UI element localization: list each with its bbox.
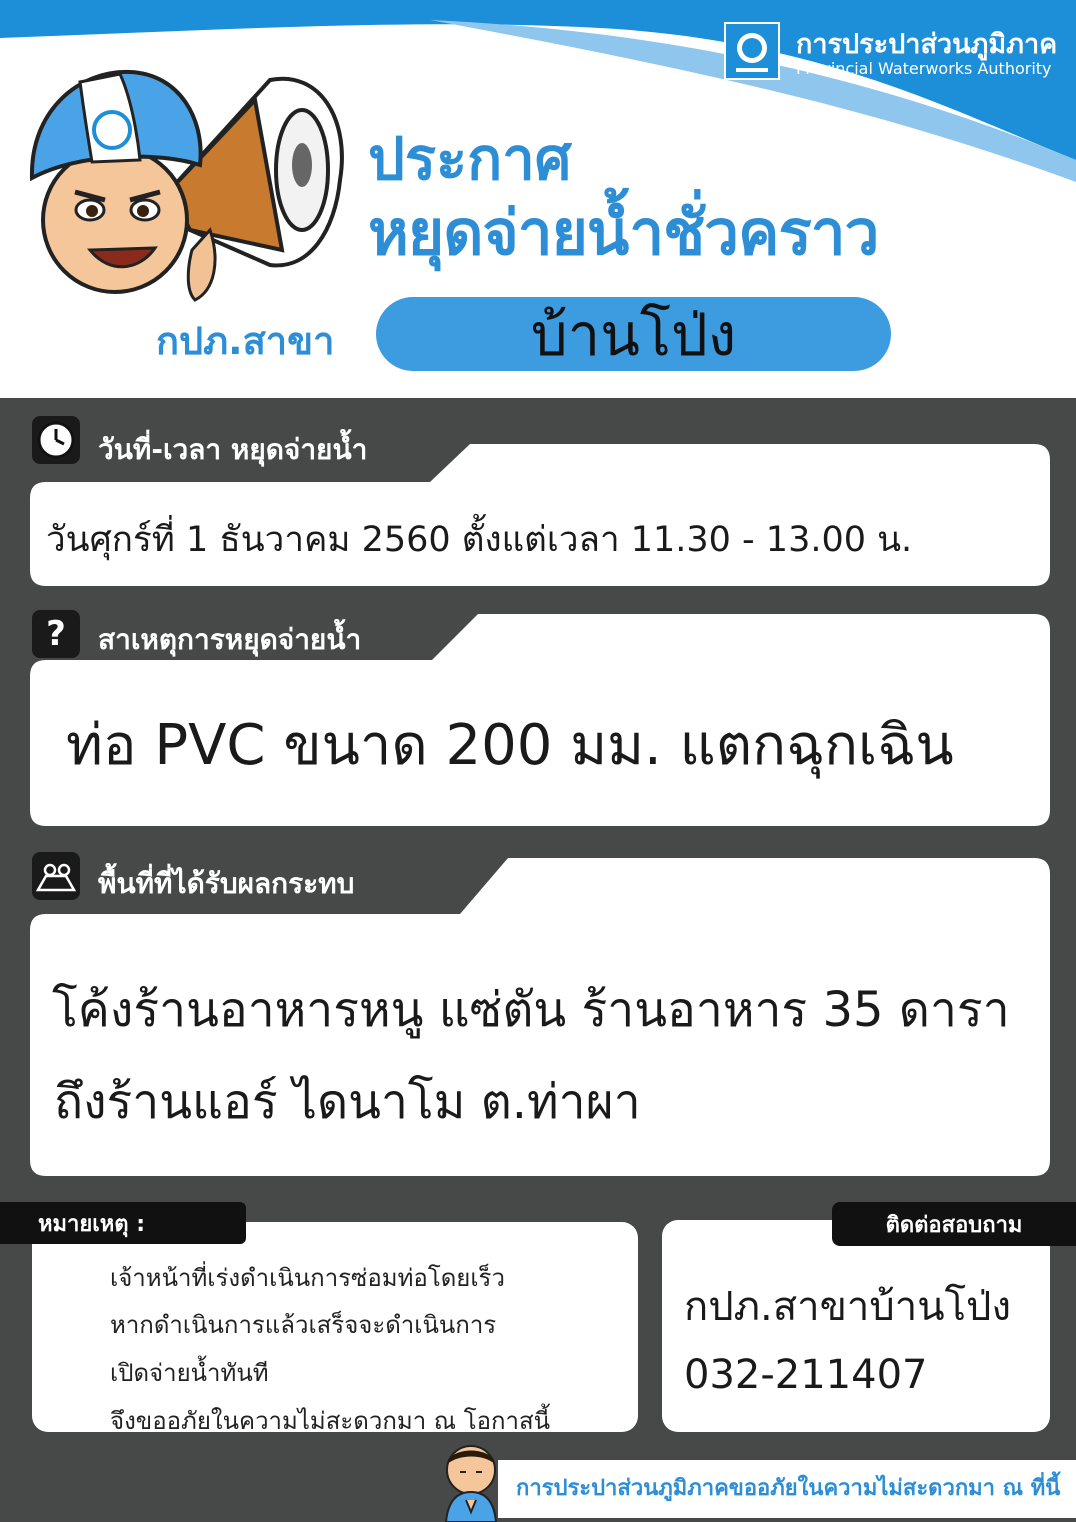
org-name-en: Provincial Waterworks Authority [796, 59, 1052, 78]
clock-icon [32, 416, 80, 464]
map-pin-icon [32, 852, 80, 900]
megaphone-icon [167, 76, 344, 302]
contact-name: กปภ.สาขาบ้านโป่ง [684, 1284, 1011, 1330]
area-line-2: ถึงร้านแอร์ ไดนาโม ต.ท่าผา [54, 1074, 641, 1130]
area-line-1: โค้งร้านอาหารหนู แซ่ตัน ร้านอาหาร 35 ดาร… [52, 982, 1010, 1038]
footer-apology: การประปาส่วนภูมิภาคขออภัยในความไม่สะดวกม… [516, 1476, 1061, 1501]
datetime-title: วันที่-เวลา หยุดจ่ายน้ำ [98, 433, 368, 466]
pwa-logo-icon [724, 22, 780, 80]
question-icon: ? [32, 610, 80, 658]
note-line: เปิดจ่ายน้ำทันที [110, 1359, 269, 1387]
datetime-value: วันศุกร์ที่ 1 ธันวาคม 2560 ตั้งแต่เวลา 1… [46, 520, 913, 560]
branch-pill: บ้านโป่ง [376, 297, 891, 371]
contact-label: ติดต่อสอบถาม [832, 1202, 1076, 1246]
cause-title: สาเหตุการหยุดจ่ายน้ำ [98, 623, 362, 656]
area-title: พื้นที่ที่ได้รับผลกระทบ [98, 867, 355, 900]
note-label: หมายเหตุ : [0, 1202, 246, 1244]
bowing-mascot-icon [444, 1445, 498, 1522]
mascot-icon [29, 69, 344, 302]
announcement-subtitle: หยุดจ่ายน้ำชั่วคราว [368, 196, 879, 269]
header: การประปาส่วนภูมิภาค Provincial Waterwork… [0, 0, 1076, 398]
note-line: จึงขออภัยในความไม่สะดวกมา ณ โอกาสนี้ [110, 1407, 551, 1435]
branch-label: กปภ.สาขา [156, 319, 335, 363]
cause-value: ท่อ PVC ขนาด 200 มม. แตกฉุกเฉิน [66, 713, 954, 778]
contact-phone: 032-211407 [684, 1352, 928, 1398]
branch-name: บ้านโป่ง [530, 300, 737, 369]
note-line: เจ้าหน้าที่เร่งดำเนินการซ่อมท่อโดยเร็ว [110, 1264, 505, 1292]
note-line: หากดำเนินการแล้วเสร็จจะดำเนินการ [110, 1311, 497, 1339]
